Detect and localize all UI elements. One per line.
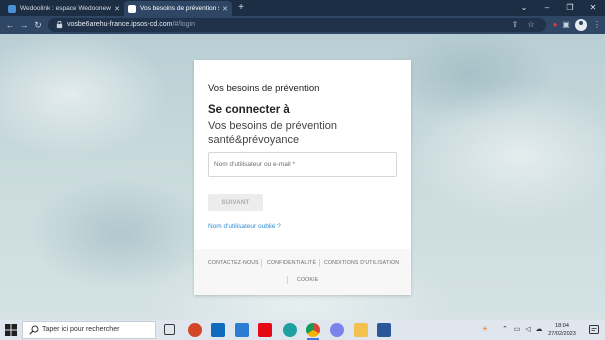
- login-heading: Se connecter à: [208, 104, 290, 116]
- lock-icon: [56, 20, 63, 29]
- new-tab-plus-icon[interactable]: +: [235, 2, 247, 14]
- mail-icon[interactable]: [235, 323, 249, 337]
- cookie-link[interactable]: COOKIE: [297, 277, 318, 283]
- url-text: vosbe6arehu-france.ipsos-cd.com/#/login: [67, 20, 195, 30]
- extensions-puzzle-icon[interactable]: ▣: [560, 19, 572, 31]
- tab-title: Vos besoins de prévention santé: [140, 5, 219, 12]
- reload-icon[interactable]: ↻: [32, 19, 44, 31]
- browser-toolbar: ← → ↻ vosbe6arehu-france.ipsos-cd.com/#/…: [0, 16, 605, 34]
- file-explorer-icon[interactable]: [354, 323, 368, 337]
- menu-kebab-icon[interactable]: ⋮: [591, 19, 603, 31]
- footer-divider: [287, 276, 288, 284]
- share-icon[interactable]: ⇪: [510, 20, 520, 30]
- outlook-mail-icon[interactable]: [211, 323, 225, 337]
- chrome-browser-icon[interactable]: [306, 323, 320, 340]
- weather-icon[interactable]: ☀: [480, 325, 490, 335]
- page-favicon-icon: [128, 4, 136, 13]
- profile-avatar-icon[interactable]: [575, 19, 587, 31]
- footer-divider: [261, 259, 262, 267]
- clock-date: 27/02/2023: [548, 331, 576, 337]
- search-placeholder: Taper ici pour rechercher: [42, 326, 120, 333]
- login-subheading: Vos besoins de prévention santé&prévoyan…: [208, 120, 338, 146]
- tab-title: Wedoolink : espace Wedoonews: [20, 5, 112, 12]
- taskbar-search-box[interactable]: Taper ici pour rechercher: [22, 321, 156, 339]
- netflix-icon[interactable]: [258, 323, 272, 337]
- privacy-link[interactable]: CONFIDENTIALITÉ: [267, 260, 316, 266]
- onedrive-icon[interactable]: ☁: [534, 325, 544, 335]
- browser-tab-strip: Wedoolink : espace Wedoonews ✕ Vos besoi…: [0, 0, 605, 16]
- forgot-username-link[interactable]: Nom d'utilisateur oublié ?: [208, 223, 281, 230]
- volume-icon[interactable]: ◁: [523, 325, 533, 335]
- tab-search-chevron-icon[interactable]: ⌄: [515, 1, 533, 15]
- username-field[interactable]: [208, 152, 397, 177]
- task-view-icon[interactable]: [164, 324, 175, 335]
- tab-wedoolink[interactable]: Wedoolink : espace Wedoonews ✕: [4, 1, 124, 16]
- restore-icon[interactable]: ❐: [561, 1, 579, 15]
- close-window-icon[interactable]: ✕: [584, 1, 602, 15]
- back-arrow-icon[interactable]: ←: [4, 19, 16, 31]
- terms-link[interactable]: CONDITIONS D'UTILISATION: [324, 260, 399, 266]
- close-tab-icon[interactable]: ✕: [222, 5, 228, 13]
- teams-icon[interactable]: [330, 323, 344, 337]
- edge-browser-icon[interactable]: [283, 323, 297, 337]
- tab-active-login[interactable]: Vos besoins de prévention santé ✕: [124, 1, 232, 16]
- windows-taskbar: Taper ici pour rechercher ☀ ⌃ ▭ ◁ ☁ 18:0…: [0, 320, 605, 340]
- word-icon[interactable]: [377, 323, 391, 337]
- wedoolink-favicon-icon: [8, 4, 16, 13]
- url-path: /#/login: [172, 21, 196, 28]
- network-icon[interactable]: ▭: [512, 325, 522, 335]
- powerpoint-icon[interactable]: [188, 323, 202, 337]
- address-bar[interactable]: vosbe6arehu-france.ipsos-cd.com/#/login …: [48, 18, 546, 32]
- search-icon: [29, 325, 39, 335]
- contact-link[interactable]: CONTACTEZ-NOUS: [208, 260, 259, 266]
- brand-title: Vos besoins de prévention: [208, 83, 320, 94]
- url-host: vosbe6arehu-france.ipsos-cd.com: [67, 21, 173, 28]
- next-button[interactable]: SUIVANT: [208, 194, 263, 211]
- system-clock[interactable]: 18:04 27/02/2023: [544, 322, 580, 338]
- page-background: Vos besoins de prévention Se connecter à…: [0, 34, 605, 320]
- forward-arrow-icon[interactable]: →: [18, 19, 30, 31]
- minimize-icon[interactable]: –: [538, 1, 556, 15]
- tray-chevron-up-icon[interactable]: ⌃: [500, 325, 510, 335]
- windows-start-icon[interactable]: [5, 324, 17, 336]
- login-card: Vos besoins de prévention Se connecter à…: [194, 60, 411, 295]
- username-input[interactable]: [209, 153, 396, 176]
- notifications-icon[interactable]: [588, 324, 600, 336]
- card-footer: CONTACTEZ-NOUS CONFIDENTIALITÉ CONDITION…: [194, 249, 411, 295]
- bookmark-star-icon[interactable]: ☆: [526, 20, 536, 30]
- close-tab-icon[interactable]: ✕: [114, 5, 120, 13]
- footer-divider: [319, 259, 320, 267]
- clock-time: 18:04: [555, 323, 569, 329]
